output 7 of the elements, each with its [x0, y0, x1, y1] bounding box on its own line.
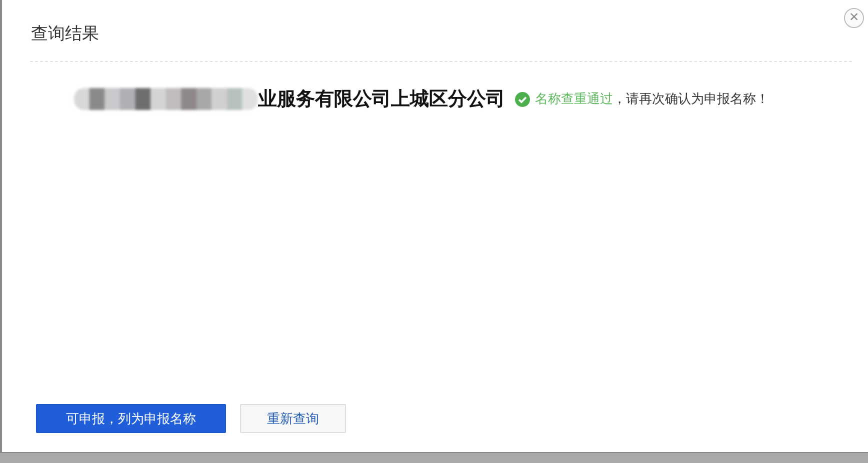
status-text: 名称查重通过	[535, 91, 613, 108]
confirm-note: ，请再次确认为申报名称！	[613, 91, 769, 108]
submit-button[interactable]: 可申报，列为申报名称	[36, 404, 226, 433]
close-button[interactable]: ×	[844, 8, 864, 28]
dialog-title: 查询结果	[31, 23, 99, 45]
company-name: 业服务有限公司上城区分公司	[258, 87, 505, 112]
requery-button[interactable]: 重新查询	[240, 404, 346, 433]
